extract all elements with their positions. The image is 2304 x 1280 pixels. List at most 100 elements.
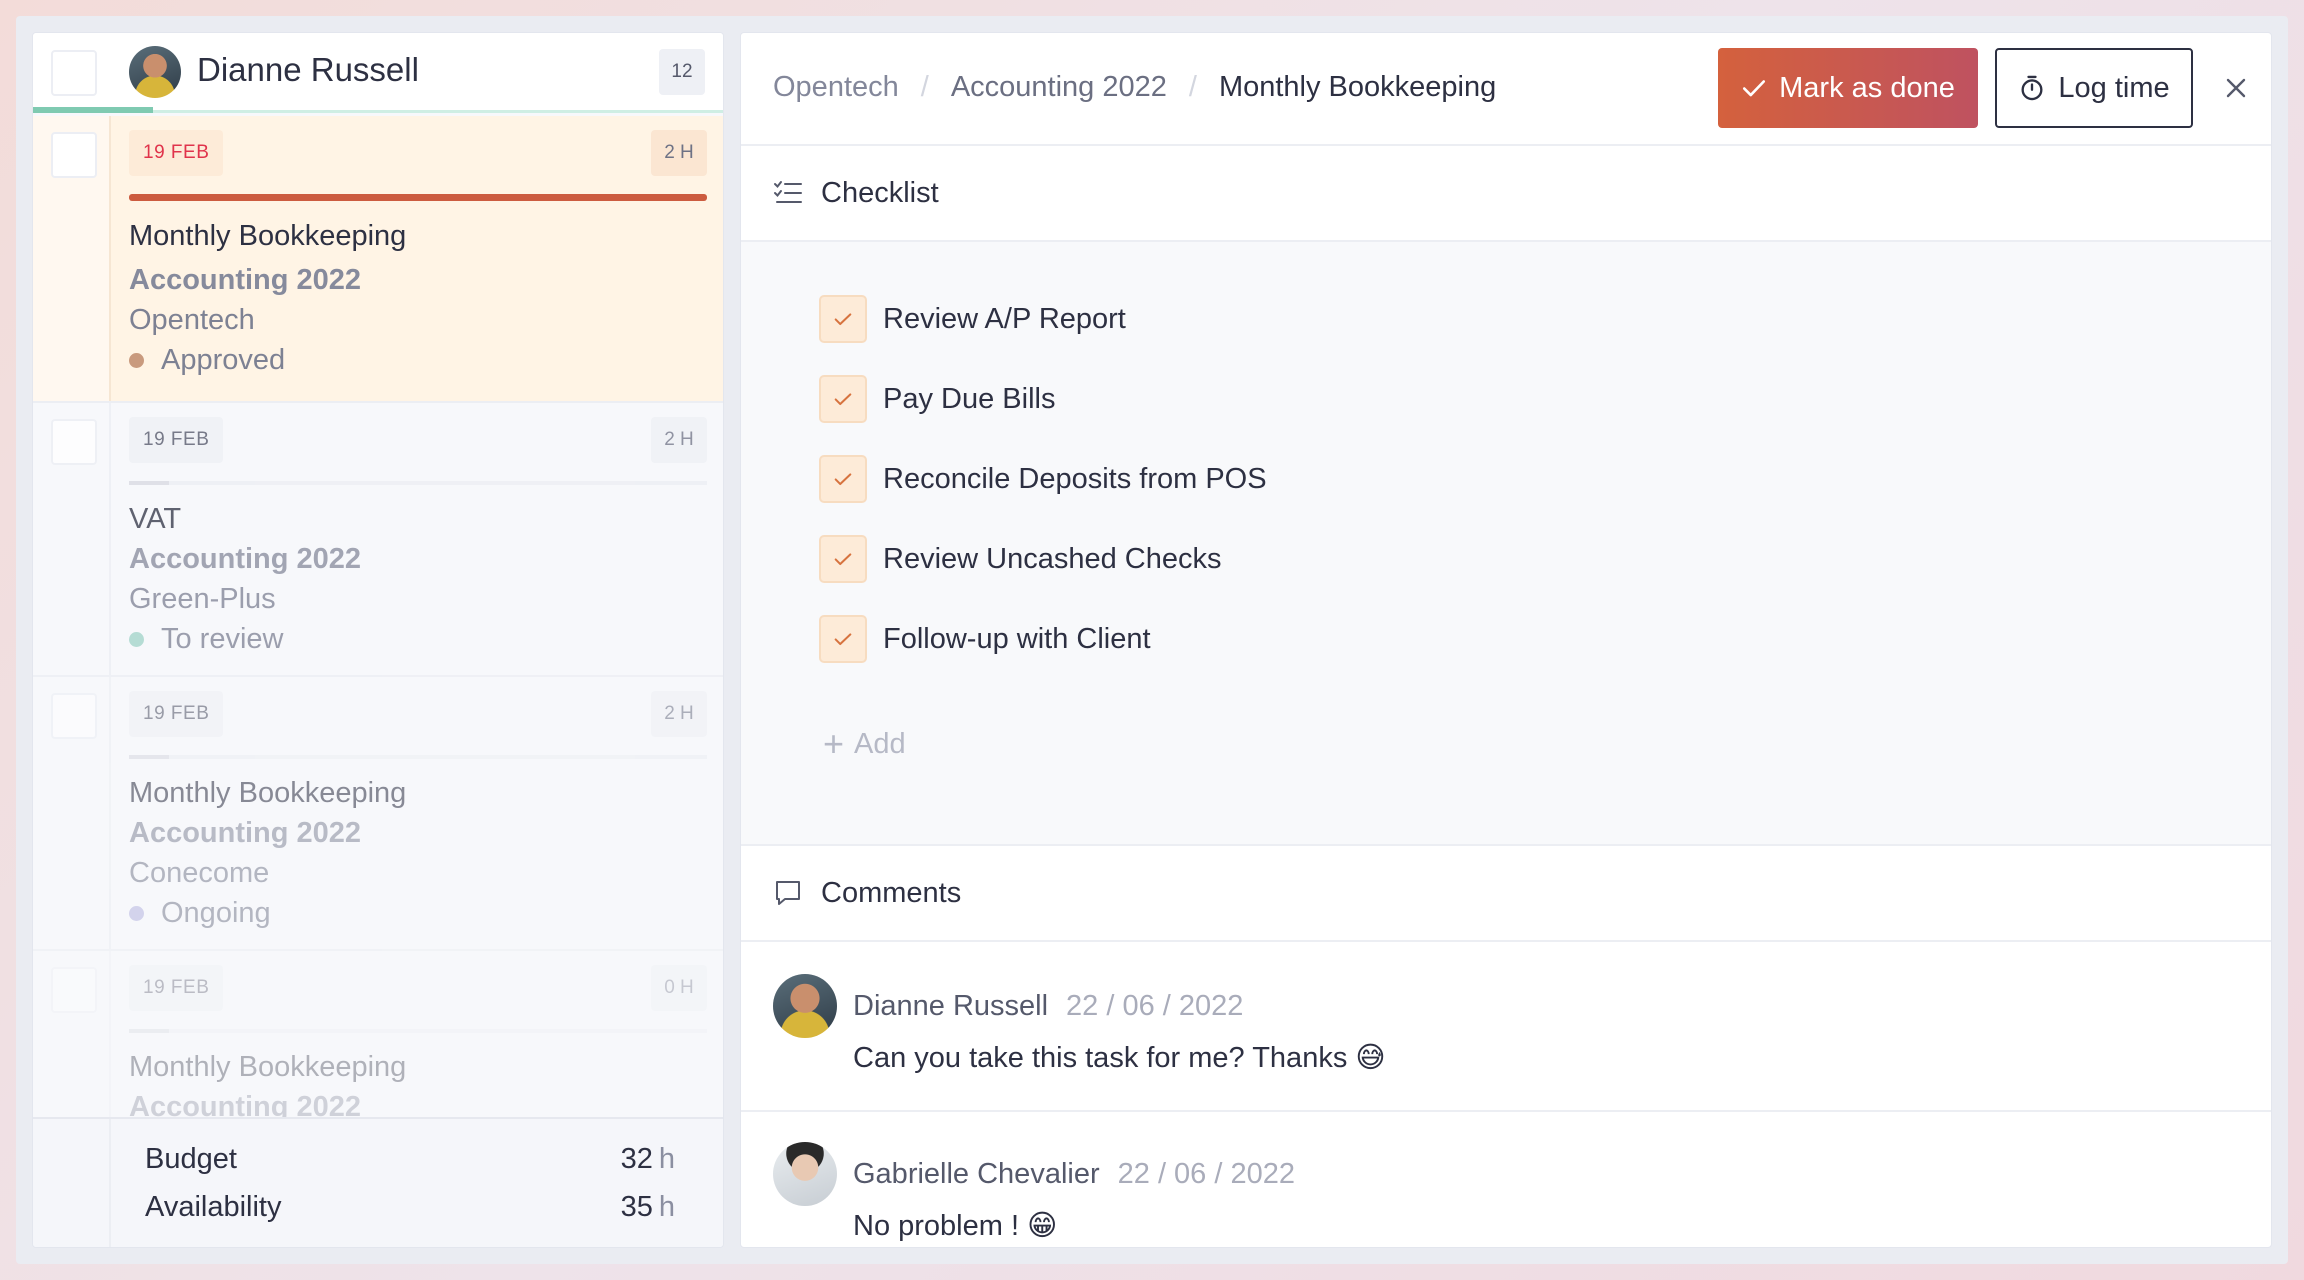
task-list: 19 FEB 2 H Monthly Bookkeeping Accountin… bbox=[33, 116, 723, 1153]
task-title: VAT bbox=[129, 503, 182, 535]
status-label: Approved bbox=[161, 344, 286, 376]
select-all-checkbox[interactable] bbox=[51, 50, 97, 96]
checklist-item-label: Reconcile Deposits from POS bbox=[883, 462, 1267, 495]
task-project: Accounting 2022 bbox=[129, 543, 362, 575]
user-progress-bar bbox=[33, 107, 153, 113]
user-avatar bbox=[129, 46, 181, 98]
status-label: To review bbox=[161, 623, 284, 655]
breadcrumb-task: Monthly Bookkeeping bbox=[1218, 71, 1497, 103]
stopwatch-icon bbox=[2021, 75, 2043, 101]
task-client: Opentech bbox=[129, 304, 255, 336]
comment: Gabrielle Chevalier 22 / 06 / 2022 No pro… bbox=[741, 1112, 2271, 1247]
comment-meta: Gabrielle Chevalier 22 / 06 / 2022 bbox=[853, 1158, 1295, 1191]
breadcrumb-project[interactable]: Accounting 2022 bbox=[951, 71, 1167, 104]
task-progress-bar bbox=[129, 481, 707, 485]
checklist: Review A/P Report Pay Due Bills Reconcil… bbox=[741, 242, 2271, 846]
checklist-item[interactable]: Pay Due Bills bbox=[819, 375, 1055, 423]
task-project: Accounting 2022 bbox=[129, 817, 362, 849]
user-header: Dianne Russell 12 bbox=[33, 33, 723, 113]
checked-checkbox[interactable] bbox=[819, 535, 867, 583]
checked-checkbox[interactable] bbox=[819, 615, 867, 663]
task-card[interactable]: 19 FEB 2 H Monthly Bookkeeping Accountin… bbox=[33, 116, 723, 403]
task-hours-badge: 2 H bbox=[651, 691, 707, 737]
comment-meta: Dianne Russell 22 / 06 / 2022 bbox=[853, 990, 1243, 1023]
budget-value: 32 h bbox=[620, 1143, 675, 1175]
check-icon bbox=[834, 313, 852, 326]
breadcrumb-org[interactable]: Opentech bbox=[773, 71, 899, 104]
checked-checkbox[interactable] bbox=[819, 295, 867, 343]
task-date-badge: 19 FEB bbox=[129, 130, 224, 176]
comment-icon bbox=[773, 878, 803, 908]
task-progress-bar bbox=[129, 194, 707, 201]
close-icon[interactable] bbox=[2221, 73, 2251, 103]
checklist-item-label: Review Uncashed Checks bbox=[883, 542, 1222, 575]
task-title: Monthly Bookkeeping bbox=[129, 1051, 407, 1083]
checklist-item[interactable]: Follow-up with Client bbox=[819, 615, 1151, 663]
status-dot bbox=[129, 906, 144, 921]
user-name: Dianne Russell bbox=[197, 51, 419, 88]
checklist-item[interactable]: Review A/P Report bbox=[819, 295, 1126, 343]
breadcrumb-separator: / bbox=[1188, 71, 1197, 103]
task-checkbox[interactable] bbox=[51, 967, 97, 1013]
task-status: Ongoing bbox=[129, 897, 271, 930]
task-checkbox[interactable] bbox=[51, 419, 97, 465]
breadcrumb: Opentech / Accounting 2022 / Monthly Boo… bbox=[773, 71, 1496, 104]
log-time-button[interactable]: Log time bbox=[1995, 48, 2193, 128]
checklist-item-label: Pay Due Bills bbox=[883, 382, 1056, 415]
task-date-badge: 19 FEB bbox=[129, 691, 224, 737]
task-date-badge: 19 FEB bbox=[129, 417, 224, 463]
task-card[interactable]: 19 FEB 2 H VAT Accounting 2022 Green-Plu… bbox=[33, 403, 723, 677]
task-hours-badge: 0 H bbox=[651, 965, 707, 1011]
task-title: Monthly Bookkeeping bbox=[129, 777, 407, 809]
availability-value: 35 h bbox=[620, 1191, 675, 1223]
task-progress-bar bbox=[129, 755, 707, 759]
comments-title: Comments bbox=[821, 876, 962, 909]
task-checkbox[interactable] bbox=[51, 693, 97, 739]
mark-as-done-button[interactable]: Mark as done bbox=[1718, 48, 1978, 128]
task-client: Conecome bbox=[129, 857, 270, 889]
checklist-item[interactable]: Review Uncashed Checks bbox=[819, 535, 1221, 583]
checklist-header: Checklist bbox=[741, 146, 2271, 242]
add-checklist-item-button[interactable]: + Add bbox=[823, 726, 906, 762]
check-icon bbox=[834, 393, 852, 406]
comment-date: 22 / 06 / 2022 bbox=[1066, 990, 1244, 1022]
comment-author: Gabrielle Chevalier bbox=[853, 1158, 1100, 1190]
checklist-item[interactable]: Reconcile Deposits from POS bbox=[819, 455, 1267, 503]
task-checkbox[interactable] bbox=[51, 132, 97, 178]
add-label: Add bbox=[854, 727, 906, 760]
task-title: Monthly Bookkeeping bbox=[129, 220, 407, 252]
check-icon bbox=[834, 553, 852, 566]
task-hours-badge: 2 H bbox=[651, 130, 707, 176]
checked-checkbox[interactable] bbox=[819, 375, 867, 423]
task-count-badge: 12 bbox=[659, 49, 705, 95]
checked-checkbox[interactable] bbox=[819, 455, 867, 503]
commenter-avatar bbox=[773, 1142, 837, 1206]
check-icon bbox=[834, 633, 852, 646]
checklist-item-label: Review A/P Report bbox=[883, 302, 1126, 335]
capacity-summary: Budget 32 h Availability 35 h bbox=[33, 1117, 723, 1247]
checklist-title: Checklist bbox=[821, 176, 939, 209]
task-date-badge: 19 FEB bbox=[129, 965, 224, 1011]
comment-text: No problem ! 😁 bbox=[853, 1210, 1058, 1242]
status-dot bbox=[129, 632, 144, 647]
availability-label: Availability bbox=[145, 1191, 282, 1223]
status-dot bbox=[129, 353, 144, 368]
task-card[interactable]: 19 FEB 2 H Monthly Bookkeeping Accountin… bbox=[33, 677, 723, 951]
check-icon bbox=[834, 473, 852, 486]
check-icon bbox=[1743, 80, 1766, 97]
task-list-panel: Dianne Russell 12 19 FEB 2 H Monthly Boo… bbox=[32, 32, 724, 1248]
checklist-icon bbox=[773, 180, 803, 206]
budget-label: Budget bbox=[145, 1143, 237, 1175]
task-status: To review bbox=[129, 623, 284, 656]
availability-row: Availability 35 h bbox=[145, 1191, 675, 1224]
comment-date: 22 / 06 / 2022 bbox=[1117, 1158, 1295, 1190]
task-client: Green-Plus bbox=[129, 583, 276, 615]
task-project: Accounting 2022 bbox=[129, 264, 362, 296]
comment: Dianne Russell 22 / 06 / 2022 Can you tak… bbox=[741, 944, 2271, 1112]
comments-header: Comments bbox=[741, 846, 2271, 942]
comment-author: Dianne Russell bbox=[853, 990, 1049, 1022]
plus-icon: + bbox=[823, 723, 845, 764]
comment-text: Can you take this task for me? Thanks 😅 bbox=[853, 1042, 1386, 1074]
checklist-item-label: Follow-up with Client bbox=[883, 622, 1151, 655]
mark-as-done-label: Mark as done bbox=[1779, 71, 1955, 104]
